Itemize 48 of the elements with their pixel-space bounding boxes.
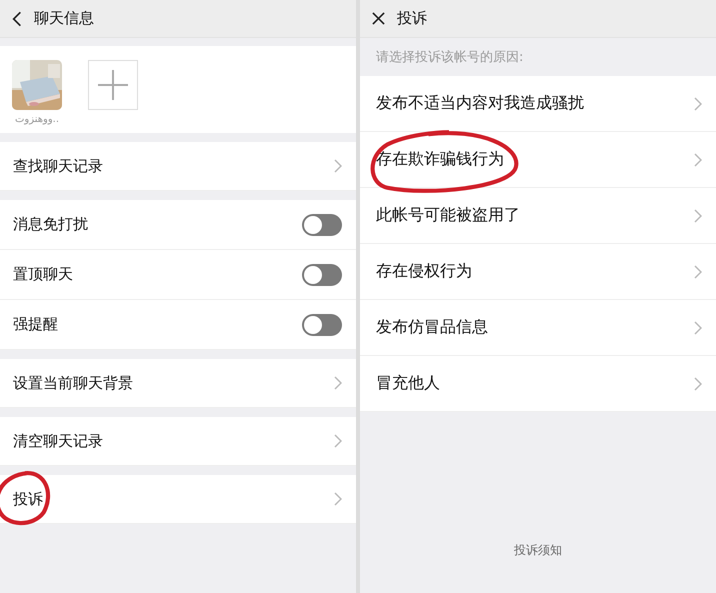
chevron-icon	[334, 434, 342, 448]
chevron-icon	[694, 152, 702, 166]
reason-item[interactable]: 冒充他人	[360, 356, 716, 412]
add-member-button[interactable]	[88, 60, 138, 110]
item-label: 置顶聊天	[13, 265, 73, 284]
chevron-icon	[334, 159, 342, 173]
screen-title: 聊天信息	[34, 9, 94, 28]
settings-item[interactable]: 消息免打扰	[0, 200, 356, 250]
chevron-icon	[694, 208, 702, 222]
settings-item[interactable]: 强提醒	[0, 300, 356, 350]
chevron-icon	[694, 96, 702, 110]
item-label: 冒充他人	[376, 373, 440, 394]
item-label: 发布仿冒品信息	[376, 317, 488, 338]
chevron-icon	[694, 264, 702, 278]
chevron-icon	[334, 492, 342, 506]
reason-item[interactable]: 发布仿冒品信息	[360, 300, 716, 356]
item-label: 设置当前聊天背景	[13, 374, 133, 392]
item-label: 存在侵权行为	[376, 261, 472, 282]
settings-item[interactable]: 设置当前聊天背景	[0, 359, 356, 408]
plus-icon	[97, 69, 129, 101]
item-label: 强提醒	[13, 315, 58, 334]
settings-item[interactable]: 清空聊天记录	[0, 417, 356, 466]
reason-item[interactable]: 存在欺诈骗钱行为	[360, 132, 716, 188]
reason-item[interactable]: 此帐号可能被盗用了	[360, 188, 716, 244]
complaint-notice-link[interactable]: 投诉须知	[514, 542, 562, 559]
reason-item[interactable]: 存在侵权行为	[360, 244, 716, 300]
chevron-icon	[334, 376, 342, 390]
toggle-switch[interactable]	[302, 214, 342, 236]
toggle-switch[interactable]	[302, 314, 342, 336]
settings-item[interactable]: 置顶聊天	[0, 250, 356, 300]
chevron-icon	[694, 376, 702, 390]
settings-item[interactable]: 投诉	[0, 475, 356, 524]
item-label: 查找聊天记录	[13, 156, 103, 176]
settings-item[interactable]: 查找聊天记录	[0, 142, 356, 191]
item-label: 发布不适当内容对我造成骚扰	[376, 93, 584, 114]
item-label: 存在欺诈骗钱行为	[376, 149, 504, 170]
item-label: 投诉	[13, 490, 43, 508]
member-name: ووهنزوت..	[14, 114, 60, 125]
close-icon[interactable]	[372, 12, 385, 25]
item-label: 清空聊天记录	[13, 432, 103, 450]
item-label: 消息免打扰	[13, 215, 88, 234]
section-caption: 请选择投诉该帐号的原因:	[375, 49, 524, 67]
screen-title: 投诉	[397, 9, 427, 28]
back-icon[interactable]	[12, 10, 22, 26]
toggle-switch[interactable]	[302, 264, 342, 286]
chevron-icon	[694, 320, 702, 334]
reason-item[interactable]: 发布不适当内容对我造成骚扰	[360, 76, 716, 132]
item-label: 此帐号可能被盗用了	[376, 205, 520, 226]
